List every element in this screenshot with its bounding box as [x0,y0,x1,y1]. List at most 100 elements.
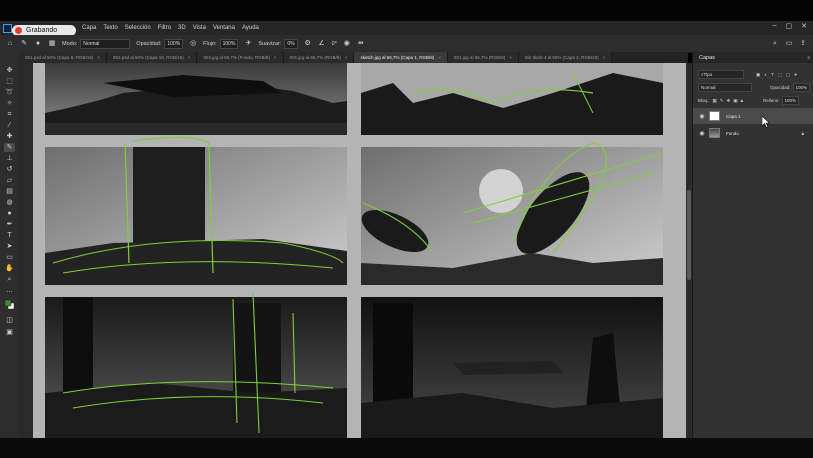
filter-adjust-icon[interactable]: ◐ [764,72,767,77]
canvas-area[interactable] [19,63,688,438]
quick-mask-icon[interactable]: ◫ [4,316,15,325]
blend-opacity-row: Normal Opacidad: 100% [693,83,813,92]
close-tab-icon[interactable]: × [274,55,277,60]
shape-icon[interactable]: ▭ [4,253,15,262]
tab-label: 002.psd al 50% (Capa 10, RGB/16) [112,55,184,60]
type-icon[interactable]: T [4,231,15,240]
filter-type-icon[interactable]: T [771,72,774,77]
lock-artboard-icon[interactable]: ▣ [733,98,737,104]
pen-icon[interactable]: ✒ [4,220,15,229]
layer-name[interactable]: Fondo [726,131,739,136]
lock-position-icon[interactable]: ✥ [727,98,731,104]
opacity-field[interactable]: 100% [164,38,184,49]
brush-preset-icon[interactable]: ✎ [20,40,28,48]
scrollbar-thumb[interactable] [687,190,691,280]
screen-mode-icon[interactable]: ▣ [4,328,15,337]
menu-item[interactable]: 3D [178,25,186,31]
close-tab-icon[interactable]: × [603,55,606,60]
visibility-eye-icon[interactable]: ◉ [698,130,706,137]
menu-item[interactable]: Vista [193,25,206,31]
layer-row[interactable]: ◉ Capa 1 [693,108,813,124]
tab-document[interactable]: 001.jpg al 66,7% (RGB/8) × [283,52,355,63]
move-icon[interactable]: ✥ [4,66,15,75]
close-tab-icon[interactable]: × [509,55,512,60]
tools-panel: ✥ ⬚ ➰ ✧ ⌗ ⁄ ✚ ✎ ⊥ ↺ ▱ ▤ ◍ ● ✒ T ➤ ▭ ✋ ⌕ … [0,52,20,438]
tab-document[interactable]: 002.psd al 50% (Capa 10, RGB/16) × [106,52,198,63]
layers-panel-title[interactable]: Capas [699,55,715,61]
mode-select[interactable]: Normal [80,38,131,49]
lasso-icon[interactable]: ➰ [4,88,15,97]
history-brush-icon[interactable]: ↺ [4,165,15,174]
airbrush-icon[interactable]: ✈ [244,40,252,48]
healing-icon[interactable]: ✚ [4,132,15,141]
minimize-button[interactable]: – [773,22,777,30]
blur-icon[interactable]: ◍ [4,198,15,207]
tab-document-active[interactable]: sketch.jpg al 66,7% (Capa 1, RGB/8) × [354,52,448,63]
share-icon[interactable]: ⇪ [799,40,807,48]
symmetry-icon[interactable]: ⇹ [357,40,365,48]
filter-shape-icon[interactable]: ⬚ [778,72,782,78]
filter-toggle-icon[interactable]: ● [794,72,797,77]
lock-all-icon[interactable]: 🔒︎ [741,98,743,103]
stamp-icon[interactable]: ⊥ [4,154,15,163]
tab-document[interactable]: 001.psd al 50% (Capa 6, RGB/16) × [19,52,107,63]
filter-pixel-icon[interactable]: ▣ [756,72,760,78]
menu-item[interactable]: Ventana [213,25,235,31]
fill-label: Relleno: [763,98,780,103]
home-icon[interactable]: ⌂ [6,40,14,48]
mode-label: Modo: [62,40,78,47]
angle-icon[interactable]: ∠ [318,40,326,48]
blend-mode-select[interactable]: Normal [698,83,752,92]
menu-item[interactable]: Selección [125,25,151,31]
brush-panel-icon[interactable]: ▦ [48,40,56,48]
pressure-size-icon[interactable]: ◉ [343,40,351,48]
tab-document[interactable]: Sin título-4 al 50% (Capa 2, RGB/16) × [518,52,613,63]
magic-wand-icon[interactable]: ✧ [4,99,15,108]
angle-value[interactable]: 0° [332,41,337,47]
pressure-opacity-icon[interactable]: ◎ [189,40,197,48]
close-tab-icon[interactable]: × [188,55,191,60]
smoothing-field[interactable]: 0% [284,38,298,49]
menu-item[interactable]: Texto [103,25,117,31]
workspace-icon[interactable]: ▭ [785,40,793,48]
close-tab-icon[interactable]: × [97,55,100,60]
gear-icon[interactable]: ⚙ [304,40,312,48]
brush-icon[interactable]: ✎ [4,143,15,152]
gradient-icon[interactable]: ▤ [4,187,15,196]
document-canvas[interactable] [33,63,687,438]
visibility-eye-icon[interactable]: ◉ [698,113,706,120]
lock-pixels-icon[interactable]: ✎ [720,98,724,104]
menu-item[interactable]: Filtro [158,25,171,31]
opacity-field[interactable]: 100% [792,83,811,92]
close-tab-icon[interactable]: × [438,55,441,60]
path-select-icon[interactable]: ➤ [4,242,15,251]
tab-document[interactable]: 001.jpg al 66,7% (RGB/8) × [447,52,519,63]
hand-icon[interactable]: ✋ [4,264,15,273]
layer-filter-select[interactable]: ⌕ Tipo [698,70,744,79]
panel-menu-icon[interactable]: ≡ [807,55,810,60]
marquee-icon[interactable]: ⬚ [4,77,15,86]
search-icon[interactable]: ⌕ [771,40,779,48]
close-tab-icon[interactable]: × [345,55,348,60]
document-tabs: 001.psd al 50% (Capa 6, RGB/16) × 002.psd… [19,52,688,63]
layer-row[interactable]: ◉ Fondo 🔒︎ [693,125,813,141]
fill-field[interactable]: 100% [781,96,800,105]
eyedropper-icon[interactable]: ⁄ [4,121,15,130]
menu-item[interactable]: Ayuda [242,25,259,31]
color-swatch-icon[interactable] [4,298,15,311]
more-icon[interactable]: … [4,286,15,295]
layer-name[interactable]: Capa 1 [726,114,741,119]
dodge-icon[interactable]: ● [4,209,15,218]
menu-item[interactable]: Capa [82,25,96,31]
tab-document[interactable]: 003.jpg al 66,7% (Fondo, RGB/8) × [197,52,284,63]
layer-filter-label: Tipo [703,72,713,77]
maximize-button[interactable]: ▢ [786,22,793,30]
eraser-icon[interactable]: ▱ [4,176,15,185]
close-button[interactable]: ✕ [801,22,807,30]
flow-field[interactable]: 100% [219,38,239,49]
zoom-icon[interactable]: ⌕ [4,275,15,284]
brush-size-icon[interactable]: ● [34,40,42,48]
lock-transparency-icon[interactable]: ▦ [713,98,717,104]
crop-icon[interactable]: ⌗ [4,110,15,119]
filter-smart-icon[interactable]: ▢ [786,72,790,78]
